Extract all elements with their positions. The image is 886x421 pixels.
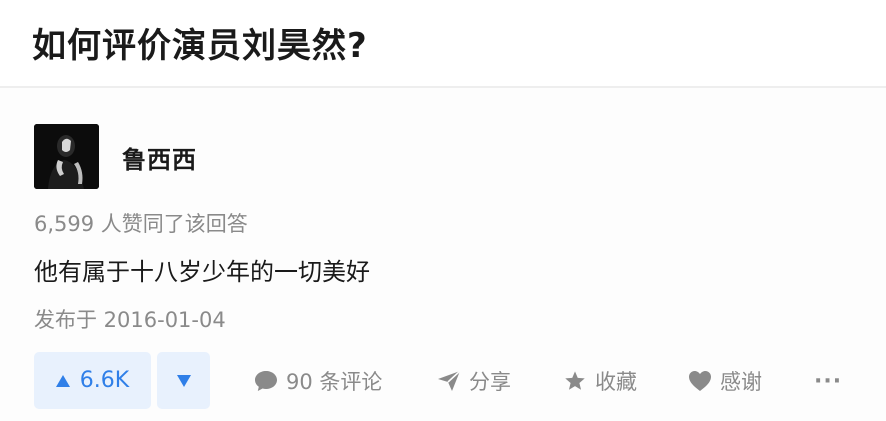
upvote-button[interactable]: 6.6K	[34, 352, 151, 409]
upvote-triangle-icon	[55, 374, 70, 387]
downvote-button[interactable]	[157, 352, 210, 409]
heart-icon	[689, 371, 711, 391]
star-icon	[565, 371, 585, 390]
more-dots-icon: ···	[814, 368, 843, 394]
comment-bubble-icon	[255, 371, 277, 391]
more-button[interactable]: ···	[814, 366, 842, 396]
upvote-count: 6.6K	[79, 368, 130, 393]
author-name[interactable]: 鲁西西	[122, 140, 197, 175]
downvote-triangle-icon	[176, 374, 191, 387]
thanks-button[interactable]: 感谢	[688, 366, 762, 396]
comments-label: 90 条评论	[286, 370, 383, 394]
share-arrow-icon	[438, 370, 461, 391]
question-title[interactable]: 如何评价演员刘昊然?	[32, 18, 368, 67]
publish-date: 发布于 2016-01-04	[34, 308, 226, 332]
collect-label: 收藏	[595, 370, 637, 394]
comments-button[interactable]: 90 条评论	[254, 366, 382, 396]
answer-content: 他有属于十八岁少年的一切美好	[34, 258, 370, 286]
author-avatar[interactable]	[34, 124, 99, 189]
share-button[interactable]: 分享	[437, 366, 511, 396]
thanks-label: 感谢	[720, 370, 762, 394]
collect-button[interactable]: 收藏	[563, 366, 637, 396]
share-label: 分享	[469, 370, 511, 394]
question-header: 如何评价演员刘昊然?	[0, 0, 886, 88]
upvote-summary[interactable]: 6,599 人赞同了该回答	[34, 208, 248, 238]
